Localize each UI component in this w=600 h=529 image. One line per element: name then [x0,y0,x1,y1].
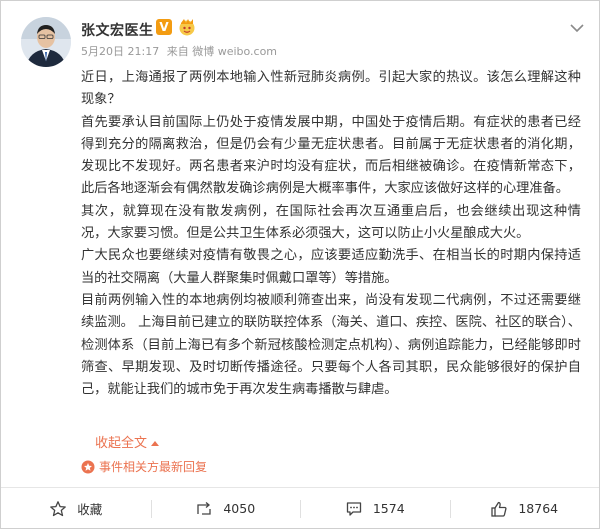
repost-button[interactable]: 4050 [150,488,301,529]
post-meta: 5月20日 21:17 来自 微博 weibo.com [81,43,281,59]
star-icon [50,500,67,516]
related-event-label: 事件相关方最新回复 [99,460,208,474]
chevron-down-icon[interactable] [569,19,585,33]
favorite-button[interactable]: 收藏 [1,488,151,529]
post-paragraph: 其次，就算现在没有散发病例，在国际社会再次互通重启后，也会继续出现这种情况，大家… [81,203,581,242]
action-bar: 收藏 4050 1574 18764 [1,487,599,529]
favorite-label: 收藏 [77,502,103,517]
collapse-label: 收起全文 [95,436,148,451]
chevron-up-icon [151,441,160,446]
related-event-link[interactable]: 事件相关方最新回复 [81,458,207,475]
related-event-icon [81,460,95,473]
post-source[interactable]: 来自 微博 weibo.com [167,45,277,58]
fan-badge-icon[interactable] [177,17,197,37]
repost-count: 4050 [223,501,256,516]
like-count: 18764 [518,501,559,516]
comment-count: 1574 [372,501,405,516]
post-content: 近日，上海通报了两例本地输入性新冠肺炎病例。引起大家的热议。该怎么理解这种现象？… [81,67,581,401]
comment-icon [346,501,361,516]
repost-icon [197,501,211,515]
post-paragraph: 近日，上海通报了两例本地输入性新冠肺炎病例。引起大家的热议。该怎么理解这种现象？ [81,70,581,108]
post-paragraph: 目前两例输入性的本地病例均被顺利筛查出来，尚没有发现二代病例，不过还需要继续监测… [81,292,581,398]
post-time[interactable]: 5月20日 21:17 [81,45,159,58]
post-paragraph: 广大民众也要继续对疫情有敬畏之心，应该要适应勤洗手、在相当长的时期内保持适当的社… [81,248,581,286]
comment-button[interactable]: 1574 [300,488,450,529]
post-paragraph: 首先要承认目前国际上仍处于疫情发展中期，中国处于疫情后期。有症状的患者已经得到充… [81,114,581,197]
weibo-post-card: 张文宏医生 V 5月20日 21:17 来自 微博 weibo.com 近日，上… [0,0,600,529]
like-button[interactable]: 18764 [449,488,600,529]
user-name[interactable]: 张文宏医生 [81,20,154,40]
avatar[interactable] [21,17,71,67]
vip-badge-icon: V [156,19,172,35]
thumbs-up-icon [491,501,507,517]
collapse-full-text-link[interactable]: 收起全文 [95,432,160,451]
